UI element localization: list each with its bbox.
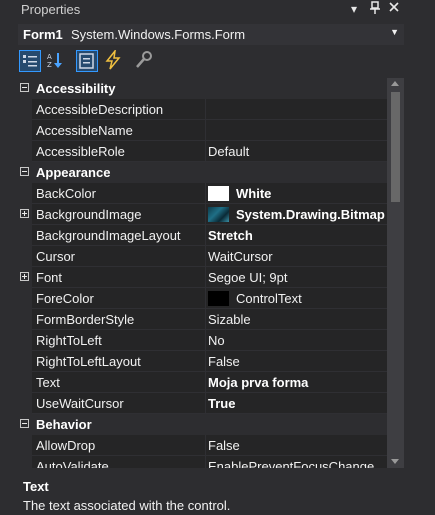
property-value[interactable]: Segoe UI; 9pt: [208, 270, 288, 285]
category-appearance[interactable]: Appearance: [18, 162, 387, 183]
property-name: AccessibleName: [36, 123, 133, 138]
alphabetical-button[interactable]: A Z: [45, 50, 67, 72]
property-row-text[interactable]: Text Moja prva forma: [18, 372, 387, 393]
property-row-forecolor[interactable]: ForeColor ControlText: [18, 288, 387, 309]
property-name: BackgroundImage: [36, 207, 142, 222]
property-row-backgroundimagelayout[interactable]: BackgroundImageLayout Stretch: [18, 225, 387, 246]
property-name: AccessibleRole: [36, 144, 125, 159]
property-name: AllowDrop: [36, 438, 96, 453]
image-thumbnail: [208, 207, 229, 222]
category-behavior[interactable]: Behavior: [18, 414, 387, 435]
alphabetical-icon: A Z: [47, 53, 62, 69]
category-label: Appearance: [36, 165, 111, 180]
property-name: ForeColor: [36, 291, 94, 306]
property-row-backcolor[interactable]: BackColor White: [18, 183, 387, 204]
color-swatch: [208, 186, 229, 201]
property-value[interactable]: WaitCursor: [208, 249, 273, 264]
events-button[interactable]: [103, 48, 125, 72]
description-text: The text associated with the control.: [23, 498, 231, 513]
property-row-righttoleft[interactable]: RightToLeft No: [18, 330, 387, 351]
properties-button[interactable]: [76, 50, 98, 72]
property-row-backgroundimage[interactable]: BackgroundImage System.Drawing.Bitmap: [18, 204, 387, 225]
property-value[interactable]: True: [208, 396, 235, 411]
property-value[interactable]: System.Drawing.Bitmap: [236, 207, 385, 222]
properties-toolbar: A Z: [18, 48, 404, 76]
property-value[interactable]: Moja prva forma: [208, 375, 308, 390]
property-row-righttoleftlayout[interactable]: RightToLeftLayout False: [18, 351, 387, 372]
scroll-up-arrow-icon[interactable]: [391, 81, 399, 86]
property-grid: Accessibility AccessibleDescription Acce…: [18, 78, 387, 468]
color-swatch: [208, 291, 229, 306]
property-name: AccessibleDescription: [36, 102, 164, 117]
property-pages-icon: [136, 51, 152, 68]
property-value[interactable]: Stretch: [208, 228, 253, 243]
property-name: BackgroundImageLayout: [36, 228, 181, 243]
expand-icon[interactable]: [20, 272, 29, 281]
svg-text:A: A: [47, 53, 52, 61]
collapse-icon[interactable]: [20, 419, 29, 428]
property-value[interactable]: Default: [208, 144, 249, 159]
window-position-dropdown-icon[interactable]: ▾: [346, 1, 362, 17]
property-name: Cursor: [36, 249, 76, 264]
property-pages-button[interactable]: [134, 50, 156, 72]
property-row-accessiblename[interactable]: AccessibleName: [18, 120, 387, 141]
property-row-font[interactable]: Font Segoe UI; 9pt: [18, 267, 387, 288]
properties-icon: [79, 53, 94, 69]
property-value[interactable]: White: [236, 186, 271, 201]
property-value[interactable]: EnablePreventFocusChange: [208, 459, 374, 468]
scroll-down-arrow-icon[interactable]: [391, 459, 399, 464]
collapse-icon[interactable]: [20, 167, 29, 176]
description-pane: Text The text associated with the contro…: [18, 475, 404, 515]
property-name: RightToLeftLayout: [36, 354, 141, 369]
property-name: RightToLeft: [36, 333, 102, 348]
property-name: AutoValidate: [36, 459, 109, 468]
chevron-down-icon[interactable]: ▼: [390, 27, 399, 37]
properties-titlebar: Properties ▾: [0, 0, 435, 20]
window-title: Properties: [21, 2, 81, 17]
vertical-scrollbar[interactable]: [387, 78, 404, 468]
property-value[interactable]: False: [208, 354, 240, 369]
collapse-icon[interactable]: [20, 83, 29, 92]
object-name: Form1: [23, 27, 63, 42]
property-value[interactable]: ControlText: [236, 291, 302, 306]
category-label: Accessibility: [36, 81, 116, 96]
property-value[interactable]: False: [208, 438, 240, 453]
scrollbar-thumb[interactable]: [391, 92, 400, 202]
category-accessibility[interactable]: Accessibility: [18, 78, 387, 99]
property-row-usewaitcursor[interactable]: UseWaitCursor True: [18, 393, 387, 414]
description-title: Text: [23, 479, 49, 494]
property-name: UseWaitCursor: [36, 396, 124, 411]
object-type: System.Windows.Forms.Form: [71, 27, 246, 42]
property-name: BackColor: [36, 186, 96, 201]
close-icon[interactable]: [386, 1, 402, 17]
property-row-accessibledescription[interactable]: AccessibleDescription: [18, 99, 387, 120]
category-label: Behavior: [36, 417, 92, 432]
object-selector[interactable]: Form1 System.Windows.Forms.Form ▼: [18, 24, 404, 45]
svg-text:Z: Z: [47, 61, 52, 69]
expand-icon[interactable]: [20, 209, 29, 218]
property-row-cursor[interactable]: Cursor WaitCursor: [18, 246, 387, 267]
events-icon: [105, 48, 121, 70]
categorized-icon: [23, 55, 37, 67]
property-value[interactable]: Sizable: [208, 312, 251, 327]
property-row-allowdrop[interactable]: AllowDrop False: [18, 435, 387, 456]
property-row-accessiblerole[interactable]: AccessibleRole Default: [18, 141, 387, 162]
categorized-button[interactable]: [19, 50, 41, 72]
property-value[interactable]: No: [208, 333, 225, 348]
property-name: FormBorderStyle: [36, 312, 135, 327]
property-name: Font: [36, 270, 63, 285]
pin-icon[interactable]: [367, 1, 383, 19]
property-name: Text: [36, 375, 60, 390]
property-row-formborderstyle[interactable]: FormBorderStyle Sizable: [18, 309, 387, 330]
property-row-autovalidate[interactable]: AutoValidate EnablePreventFocusChange: [18, 456, 387, 468]
